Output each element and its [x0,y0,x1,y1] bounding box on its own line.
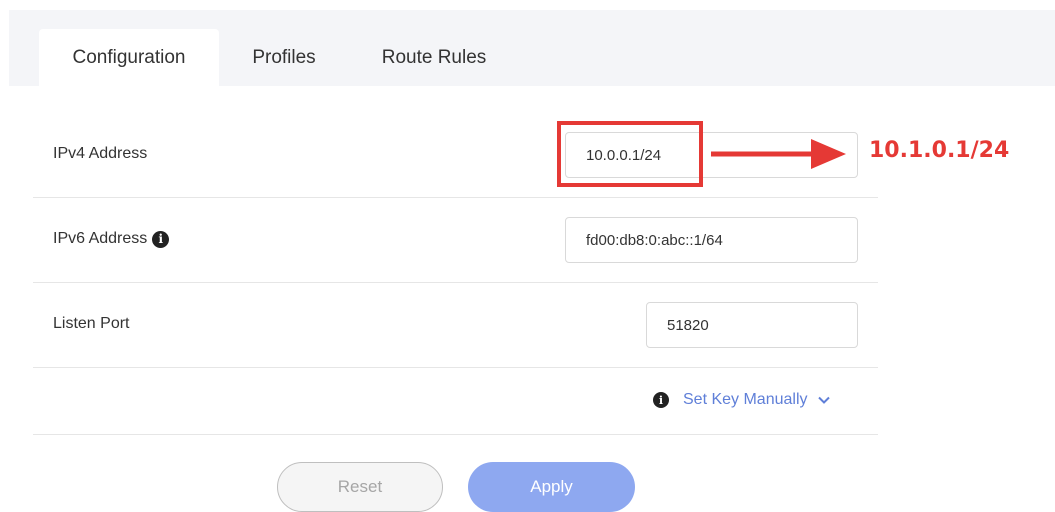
info-icon[interactable]: i [152,230,170,248]
tab-bar: Configuration Profiles Route Rules [9,10,1055,86]
annotation-highlight-box [557,121,703,187]
chevron-down-icon [817,393,830,407]
info-icon: i [653,392,669,408]
tab-route-rules[interactable]: Route Rules [359,29,509,86]
ipv6-label: IPv6 Address [53,230,148,247]
annotation-text: 10.1.0.1/24 [869,138,1010,163]
tab-profiles[interactable]: Profiles [234,29,334,86]
tab-configuration[interactable]: Configuration [39,29,219,86]
ipv6-label-wrap: IPv6 Address i [53,230,170,248]
ipv6-input[interactable] [565,217,858,263]
listen-port-label: Listen Port [53,315,130,332]
set-key-manually-toggle[interactable]: i Set Key Manually [653,391,830,409]
annotation-arrow-icon [711,139,846,169]
set-key-label: Set Key Manually [683,391,808,408]
ipv4-label: IPv4 Address [53,145,148,162]
listen-port-input[interactable] [646,302,858,348]
